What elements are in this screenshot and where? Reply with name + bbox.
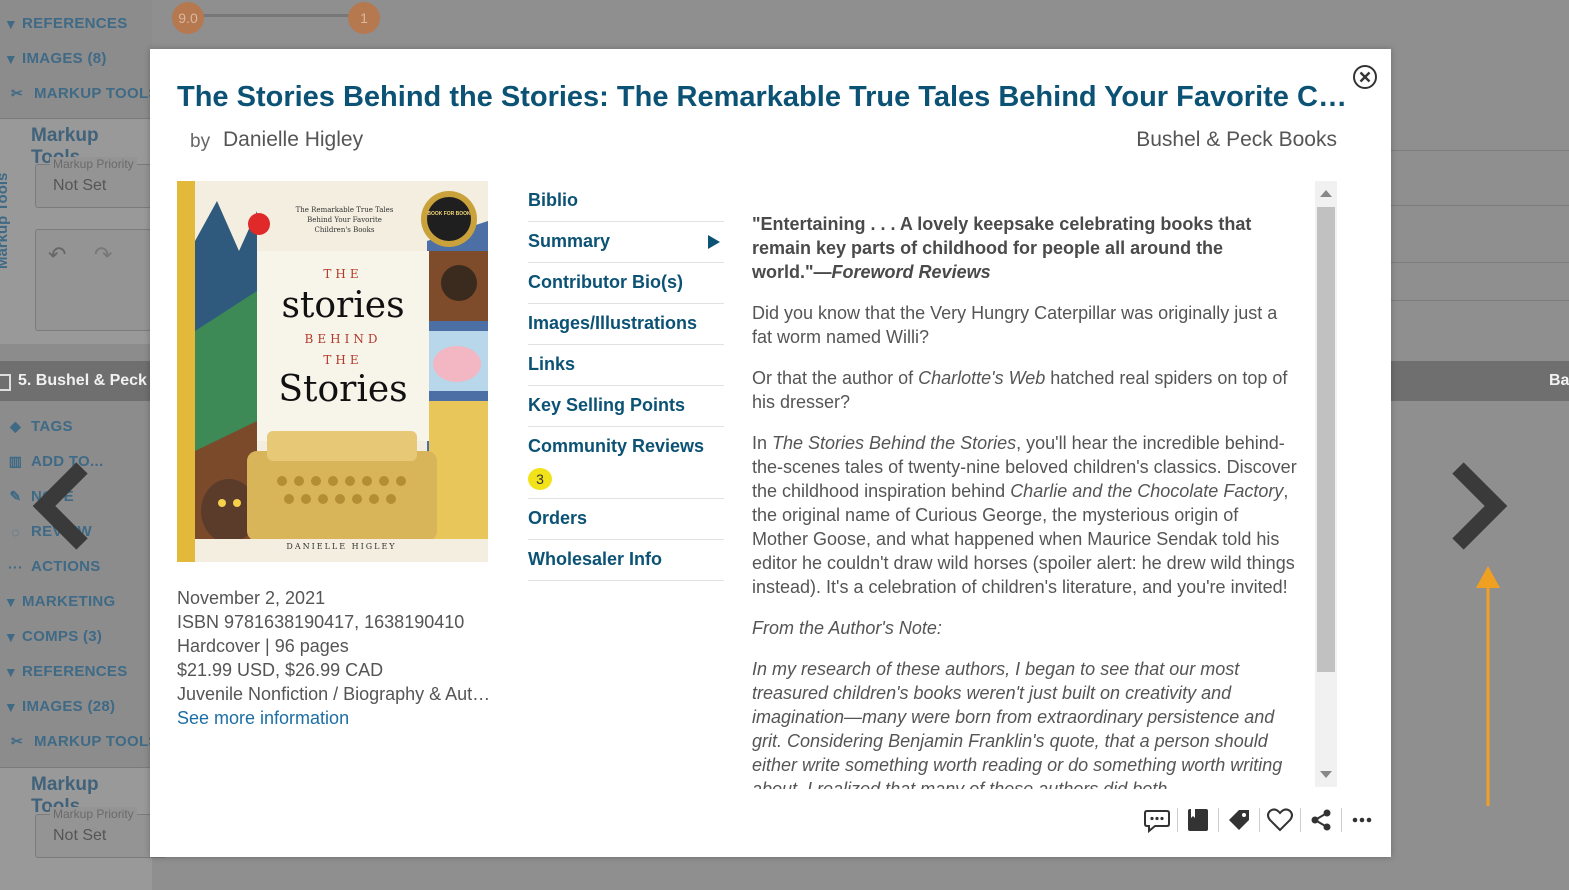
next-arrow-icon[interactable] [1450, 460, 1510, 552]
close-icon[interactable] [1351, 63, 1379, 91]
cover-author: DANIELLE HIGLEY [286, 542, 397, 551]
bg-result-title: 5. Bushel & Peck [18, 372, 147, 389]
review-quote: "Entertaining . . . A lovely keepsake ce… [752, 214, 1252, 282]
scroll-thumb[interactable] [1317, 207, 1335, 672]
summary-scrollbar[interactable] [1315, 181, 1337, 787]
bg-markup-panel-bottom: Markup Tools Markup Priority Not Set [0, 767, 167, 890]
action-divider [1341, 808, 1342, 832]
format: Hardcover | 96 pages [177, 636, 349, 656]
background-slider-track [200, 0, 370, 17]
bg-markup-panel-top: Markup Tools Markup Tools Markup Priorit… [0, 118, 167, 344]
review-count-badge: 3 [528, 468, 552, 490]
bg-panel-vertical-label: Markup Tools [0, 172, 11, 269]
pub-date: November 2, 2021 [177, 588, 326, 608]
bg-sidebar-images[interactable]: ▼ IMAGES (8) [0, 41, 107, 76]
triangle-down-icon: ▼ [3, 15, 19, 32]
summary-paragraph-2: Or that the author of Charlotte's Web ha… [752, 368, 1288, 412]
bg-sidebar-references[interactable]: ▼ REFERENCES [0, 6, 128, 41]
nav-biblio[interactable]: Biblio [528, 181, 724, 222]
speech-icon: ◌ [11, 523, 20, 540]
triangle-down-icon: ▼ [3, 50, 19, 67]
nav-community-reviews[interactable]: Community Reviews 3 [528, 427, 724, 499]
share-icon[interactable] [1306, 805, 1336, 835]
background-badge-score: 9.0 [172, 2, 204, 34]
previous-arrow-icon[interactable] [30, 460, 90, 552]
triangle-down-icon: ▼ [3, 698, 19, 715]
book-meta: November 2, 2021 ISBN 9781638190417, 163… [177, 586, 497, 730]
background-badge-count: 1 [348, 2, 380, 34]
bg-sidebar-tags[interactable]: ◆ TAGS [0, 409, 73, 444]
scroll-down-icon[interactable] [1320, 771, 1332, 778]
tools-icon: ✂ [10, 733, 24, 749]
bg-markup-priority-field[interactable]: Markup Priority Not Set [35, 157, 167, 208]
comment-icon[interactable] [1142, 805, 1172, 835]
summary-paragraph-1: Did you know that the Very Hungry Caterp… [752, 303, 1278, 347]
nav-key-selling-points[interactable]: Key Selling Points [528, 386, 724, 427]
active-triangle-icon [708, 235, 720, 249]
author-name[interactable]: Danielle Higley [223, 128, 363, 152]
checkbox[interactable] [0, 374, 11, 391]
nav-images-illustrations[interactable]: Images/Illustrations [528, 304, 724, 345]
nav-contributor-bios[interactable]: Contributor Bio(s) [528, 263, 724, 304]
scroll-up-icon[interactable] [1320, 190, 1332, 197]
tag-icon: ◆ [9, 418, 22, 434]
action-divider [1259, 808, 1260, 832]
bars-icon: ▥ [8, 453, 23, 469]
more-icon[interactable] [1347, 805, 1377, 835]
bg-sidebar-comps[interactable]: ▼ COMPS (3) [0, 619, 102, 654]
triangle-down-icon: ▼ [3, 663, 19, 680]
cover-behind: BEHIND [304, 332, 382, 346]
bg-sidebar-marketing[interactable]: ▼ MARKETING [0, 584, 116, 619]
action-divider [1300, 808, 1301, 832]
book-title: The Stories Behind the Stories: The Rema… [177, 81, 1352, 113]
redo-icon[interactable]: ↷ [94, 242, 112, 268]
nav-summary[interactable]: Summary [528, 222, 724, 263]
cover-the: THE [323, 267, 363, 281]
book-detail-modal: The Stories Behind the Stories: The Rema… [150, 49, 1391, 857]
bg-markup-editor[interactable]: ↶ ↷ [35, 229, 167, 331]
category: Juvenile Nonfiction / Biography & Autobi… [177, 684, 497, 704]
summary-content: "Entertaining . . . A lovely keepsake ce… [752, 181, 1297, 789]
book-icon[interactable] [1183, 805, 1213, 835]
action-divider [1177, 808, 1178, 832]
bg-sidebar-images-2[interactable]: ▼ IMAGES (28) [0, 689, 115, 724]
detail-nav: Biblio Summary Contributor Bio(s) Images… [528, 181, 724, 581]
bg-result-right: Ba [1549, 372, 1569, 389]
cover-seal: BOOK FOR BOOK [427, 211, 471, 217]
undo-icon[interactable]: ↶ [48, 242, 66, 268]
nav-links[interactable]: Links [528, 345, 724, 386]
nav-orders[interactable]: Orders [528, 499, 724, 540]
summary-paragraph-5: In my research of these authors, I began… [752, 659, 1283, 789]
see-more-link[interactable]: See more information [177, 706, 497, 730]
bg-sidebar-actions[interactable]: ··· ACTIONS [0, 549, 101, 584]
dots-icon: ··· [8, 558, 23, 575]
action-divider [1218, 808, 1219, 832]
cover-the-2: THE [323, 353, 363, 367]
tag-icon[interactable] [1224, 805, 1254, 835]
summary-paragraph-4: From the Author's Note: [752, 618, 942, 638]
bg-markup-priority-field[interactable]: Markup Priority Not Set [35, 807, 167, 858]
tools-icon: ✂ [10, 85, 24, 101]
by-label: by [190, 131, 211, 152]
bg-sidebar-markup-tools[interactable]: ✂ MARKUP TOOLS [0, 76, 159, 111]
price: $21.99 USD, $26.99 CAD [177, 660, 384, 680]
pencil-icon: ✎ [9, 488, 22, 504]
cover-stories-2: Stories [278, 369, 408, 410]
summary-paragraph-3: In The Stories Behind the Stories, you'l… [752, 433, 1297, 597]
cover-stories-1: stories [281, 285, 405, 326]
action-bar [1137, 805, 1382, 835]
bg-sidebar-markup-tools-2[interactable]: ✂ MARKUP TOOLS [0, 724, 159, 759]
book-cover-image[interactable]: The Remarkable True Tales Behind Your Fav… [177, 181, 488, 562]
heart-icon[interactable] [1265, 805, 1295, 835]
nav-wholesaler-info[interactable]: Wholesaler Info [528, 540, 724, 581]
isbn: ISBN 9781638190417, 1638190410 [177, 612, 465, 632]
publisher-name[interactable]: Bushel & Peck Books [1136, 128, 1337, 152]
cover-tagline: The Remarkable True Tales Behind Your Fav… [295, 206, 394, 234]
triangle-down-icon: ▼ [3, 593, 19, 610]
bg-sidebar-references-2[interactable]: ▼ REFERENCES [0, 654, 128, 689]
triangle-down-icon: ▼ [3, 628, 19, 645]
orange-up-arrow-icon [1476, 566, 1500, 806]
